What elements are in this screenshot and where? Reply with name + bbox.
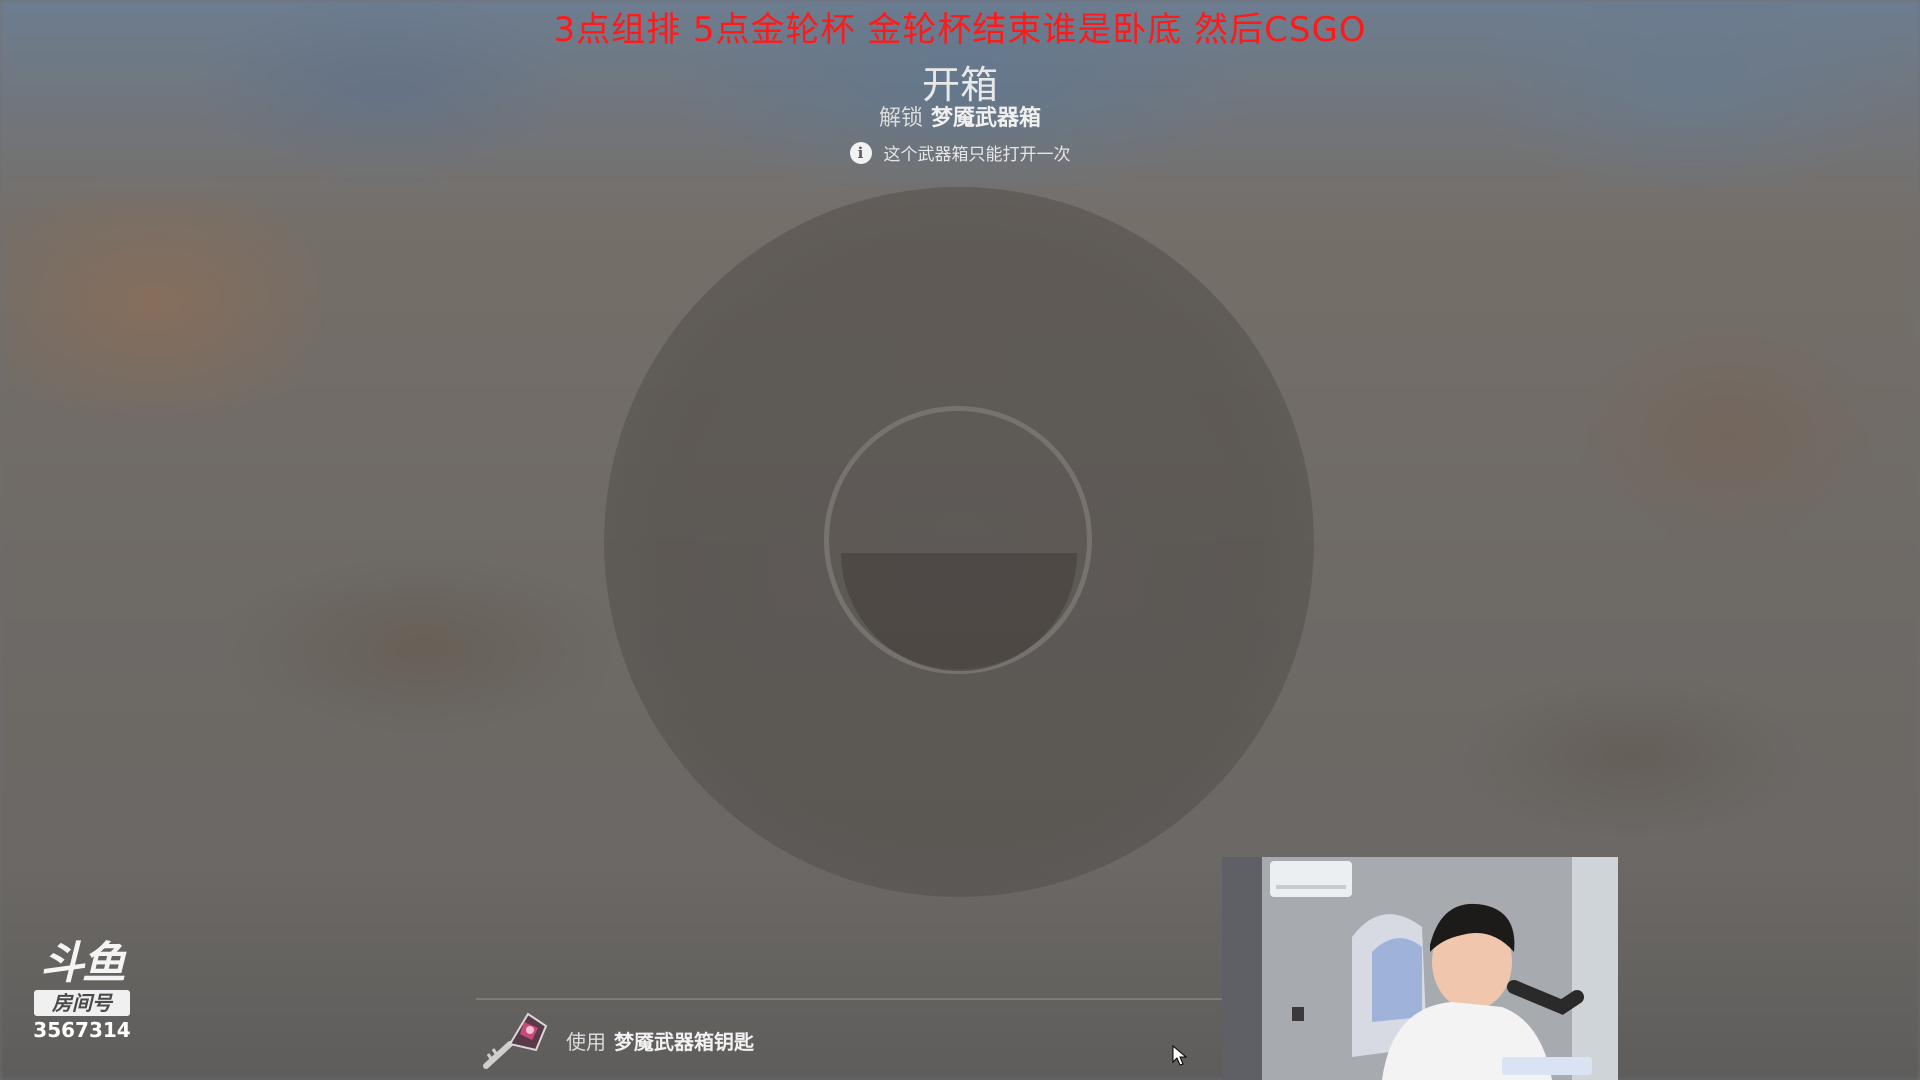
cursor-icon — [1172, 1045, 1188, 1066]
streamer-webcam — [1222, 857, 1618, 1080]
open-once-notice: i 这个武器箱只能打开一次 — [0, 140, 1920, 165]
room-id: 3567314 — [33, 1018, 131, 1042]
room-label: 房间号 — [34, 990, 130, 1016]
notice-text: 这个武器箱只能打开一次 — [883, 145, 1071, 165]
use-key-label: 使用 梦魇武器箱钥匙 — [566, 1026, 754, 1055]
key-name: 梦魇武器箱钥匙 — [614, 1029, 754, 1054]
case-name: 梦魇武器箱 — [931, 106, 1042, 131]
divider — [476, 998, 1226, 1000]
unlock-subtitle: 解锁 梦魇武器箱 — [0, 100, 1920, 132]
use-prefix: 使用 — [566, 1029, 606, 1054]
info-icon: i — [849, 141, 872, 164]
douyu-logo: 斗鱼 — [40, 938, 126, 989]
douyu-watermark: 斗鱼 房间号 3567314 — [30, 938, 134, 1043]
key-icon — [483, 1012, 548, 1069]
stream-headline: 3点组排 5点金轮杯 金轮杯结束谁是卧底 然后CSGO — [553, 10, 1367, 50]
use-key-row[interactable]: 使用 梦魇武器箱钥匙 — [480, 1008, 754, 1072]
unlock-prefix: 解锁 — [878, 106, 923, 131]
webcam-feed-illustration — [1222, 857, 1618, 1080]
